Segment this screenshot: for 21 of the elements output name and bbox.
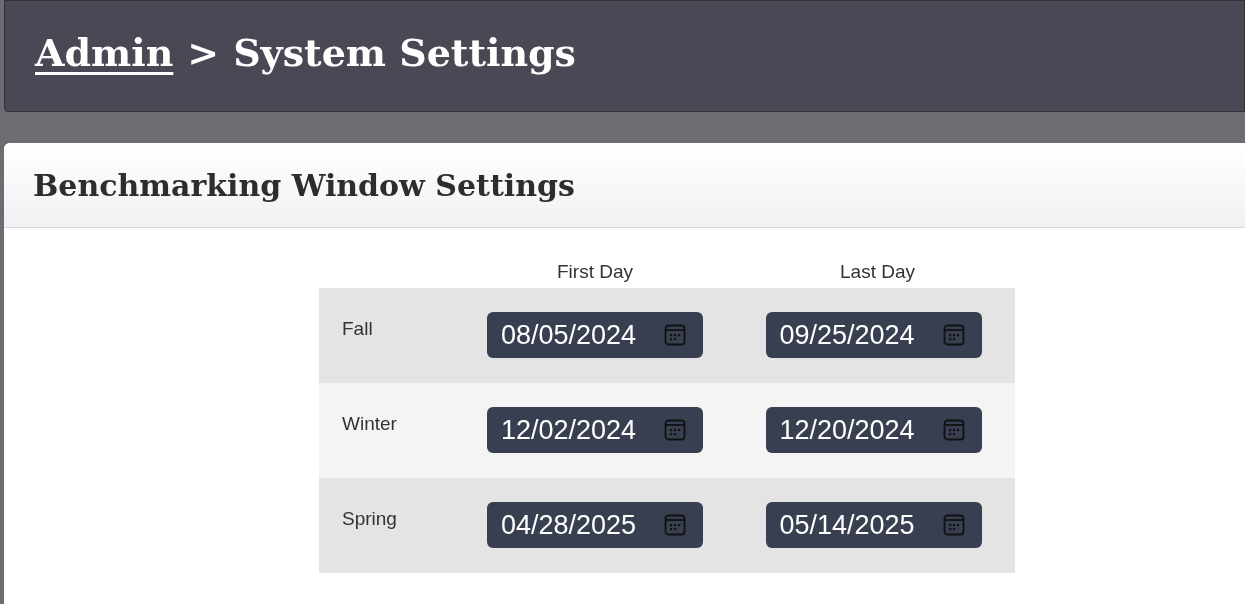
- season-label: Fall: [342, 318, 373, 339]
- date-field[interactable]: 12/20/2024: [765, 407, 982, 453]
- calendar-icon[interactable]: [941, 323, 966, 347]
- calendar-icon[interactable]: [663, 513, 687, 537]
- column-header: First Day: [556, 260, 634, 284]
- calendar-icon[interactable]: [663, 418, 687, 442]
- page-title: System Settings: [233, 28, 576, 77]
- season-label: Spring: [342, 508, 397, 529]
- date-field[interactable]: 05/14/2025: [765, 502, 982, 548]
- calendar-icon[interactable]: [941, 513, 966, 537]
- date-field[interactable]: 12/02/2024: [487, 407, 703, 453]
- date-field[interactable]: 08/05/2024: [487, 312, 703, 358]
- column-header: Last Day: [839, 260, 916, 284]
- breadcrumb-separator: >: [187, 28, 220, 77]
- date-field[interactable]: 04/28/2025: [487, 502, 703, 548]
- calendar-icon[interactable]: [941, 418, 966, 442]
- season-label: Winter: [342, 413, 397, 434]
- date-field[interactable]: 09/25/2024: [765, 312, 982, 358]
- panel-title: Benchmarking Window Settings: [33, 166, 575, 205]
- calendar-icon[interactable]: [663, 323, 687, 347]
- admin-link[interactable]: Admin: [35, 23, 174, 81]
